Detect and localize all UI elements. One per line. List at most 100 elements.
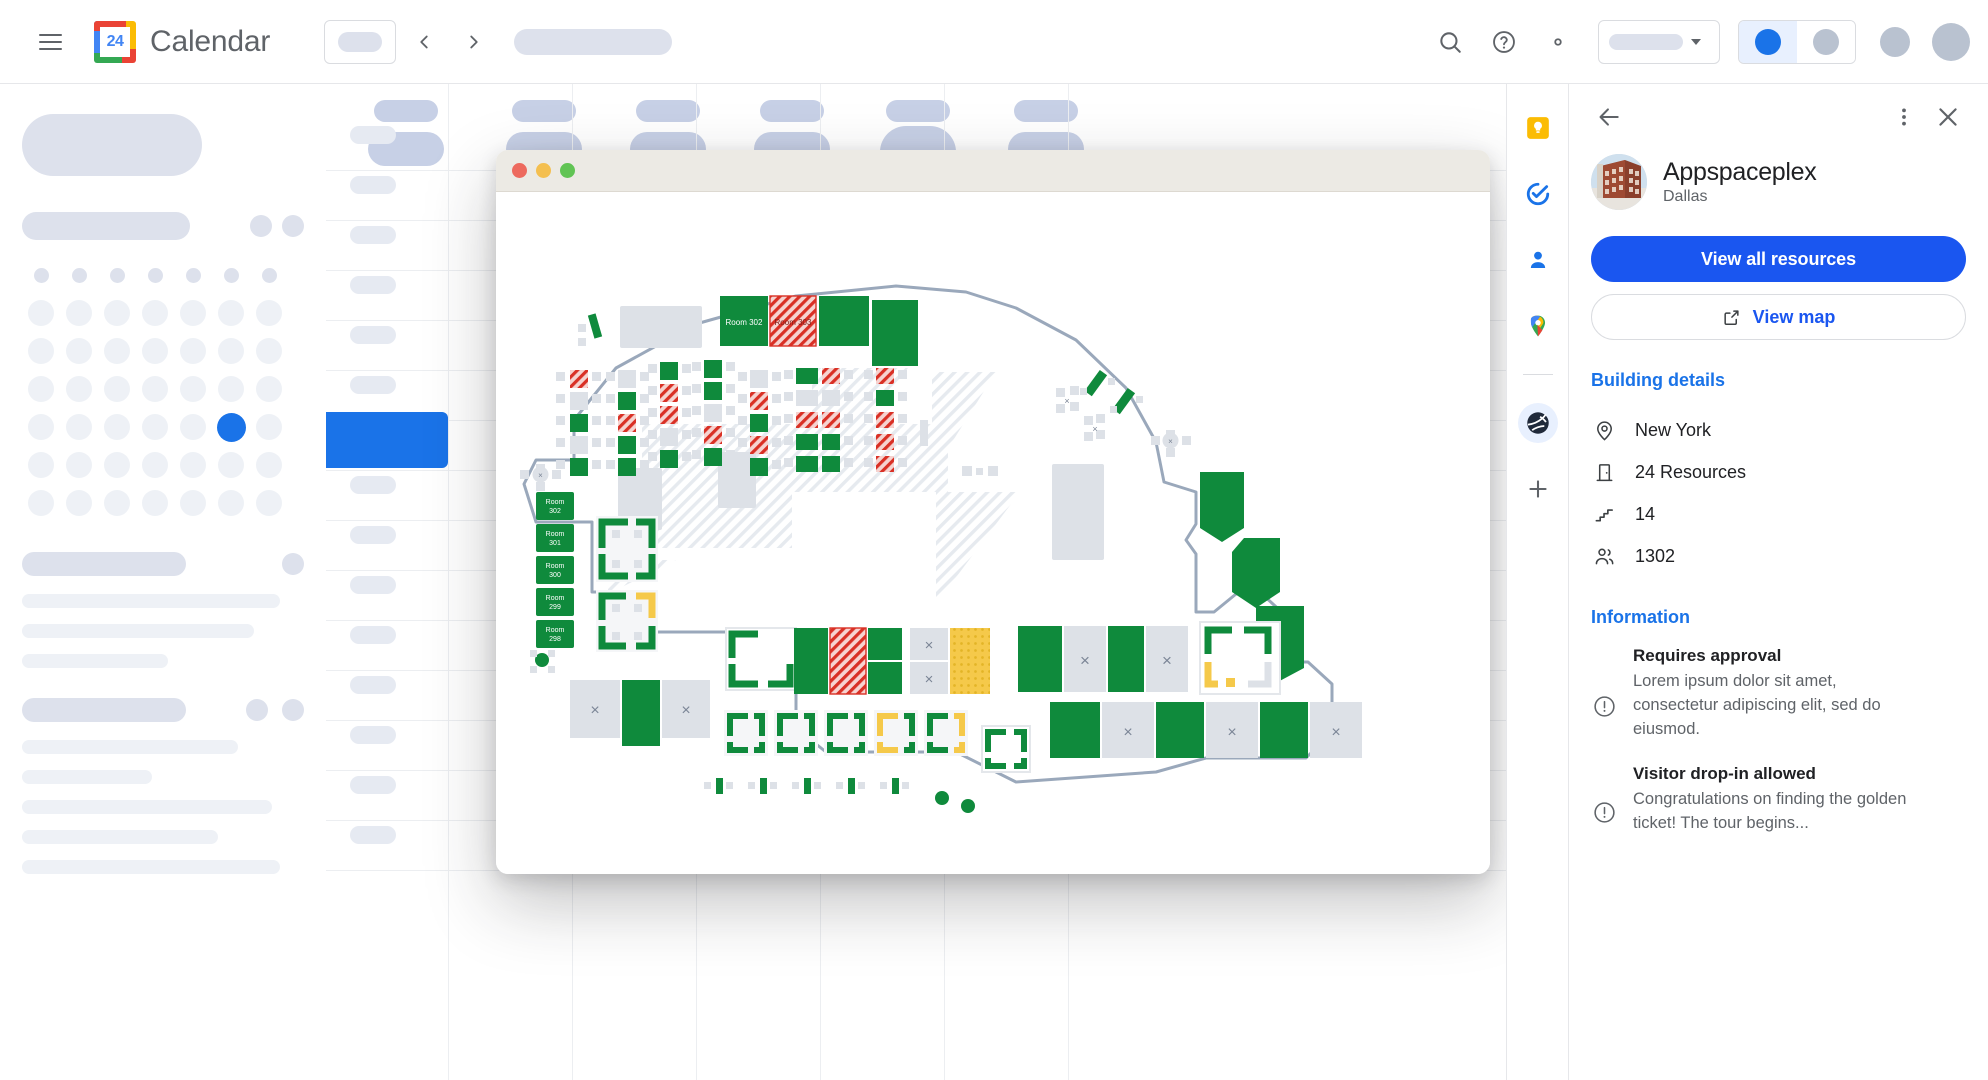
information-item: Requires approval Lorem ipsum dolor sit … (1591, 646, 1966, 742)
back-arrow-icon[interactable] (1587, 95, 1631, 139)
detail-value-capacity: 1302 (1635, 545, 1676, 566)
room-block-available (868, 628, 902, 660)
building-photo-avatar (1591, 154, 1647, 210)
current-date-range (514, 28, 673, 55)
room-block-available (868, 662, 902, 694)
room-block-unavailable: × (1310, 702, 1362, 758)
room-block-unavailable: × (1206, 702, 1258, 758)
svg-text:×: × (1123, 724, 1132, 741)
gear-icon[interactable] (1534, 18, 1582, 66)
meeting-pod (1199, 621, 1281, 695)
my-calendars-section (22, 698, 304, 874)
more-options-icon[interactable] (1882, 95, 1926, 139)
mac-minimize-button[interactable] (536, 163, 551, 178)
today-button[interactable] (324, 19, 397, 64)
calendar-event-block[interactable] (326, 412, 448, 468)
information-title: Information (1591, 607, 1690, 627)
time-label (350, 626, 396, 644)
information-item-title: Requires approval (1633, 646, 1782, 665)
day-header-chip (636, 100, 700, 122)
room-block-booked: Room 303 (769, 295, 817, 347)
mini-calendar-next-button[interactable] (282, 215, 304, 237)
room-block-unavailable: × (1102, 702, 1154, 758)
hamburger-menu-icon[interactable] (26, 18, 74, 66)
close-icon[interactable] (1926, 95, 1970, 139)
floor-plan-canvas[interactable]: Room 302 Room 303 Room 302 Room 301 Room… (496, 192, 1490, 874)
next-period-button[interactable] (452, 20, 496, 64)
time-label (350, 226, 396, 244)
meeting-pod (596, 590, 658, 652)
building-name: Appspaceplex (1663, 157, 1817, 186)
room-block-unavailable: × (662, 680, 710, 738)
room-block-available (872, 300, 918, 366)
help-icon[interactable] (1480, 18, 1528, 66)
room-block-available (794, 628, 828, 694)
view-select[interactable] (1598, 19, 1720, 64)
status-dot (530, 650, 555, 673)
view-map-button[interactable]: View map (1591, 294, 1966, 340)
stairs-icon (1591, 503, 1617, 526)
top-app-bar: 24 Calendar (0, 0, 1988, 84)
svg-text:299: 299 (549, 604, 561, 611)
mini-calendar-selected-day[interactable] (216, 412, 246, 442)
add-addon-icon[interactable] (1518, 469, 1558, 509)
google-maps-icon[interactable] (1518, 306, 1558, 346)
room-block-available (819, 296, 869, 346)
previous-period-button[interactable] (402, 20, 446, 64)
google-contacts-icon[interactable] (1518, 240, 1558, 280)
app-title: Calendar (150, 24, 271, 58)
detail-row-location: New York (1591, 409, 1966, 451)
view-map-label: View map (1752, 306, 1836, 327)
mini-calendar (22, 256, 292, 522)
time-label (350, 126, 396, 144)
room-block-booked (829, 627, 867, 695)
svg-text:×: × (1168, 437, 1173, 446)
calendar-logo-date: 24 (106, 32, 124, 50)
time-label (350, 176, 396, 194)
floor-plan-window[interactable]: Room 302 Room 303 Room 302 Room 301 Room… (496, 150, 1490, 874)
unavailable-x-marker: × (681, 702, 690, 719)
building-details-title: Building details (1591, 370, 1726, 390)
mac-zoom-button[interactable] (560, 163, 575, 178)
information-item-body: Congratulations on finding the golden ti… (1633, 789, 1907, 832)
search-icon[interactable] (1426, 18, 1474, 66)
svg-text:×: × (1092, 424, 1097, 434)
day-header-chip (374, 100, 438, 122)
room-block-unavailable: × (910, 628, 948, 660)
detail-row-floors: 14 (1591, 493, 1966, 535)
svg-text:×: × (1064, 396, 1069, 406)
mini-calendar-prev-button[interactable] (250, 215, 272, 237)
google-keep-icon[interactable] (1518, 108, 1558, 148)
time-label (350, 476, 396, 494)
chevron-down-icon (1691, 38, 1701, 45)
room-label-left-5: Room (546, 627, 565, 634)
room-label-left-2: Room (546, 531, 565, 538)
room-block-available (1200, 472, 1244, 542)
apps-grid-icon[interactable] (1880, 26, 1910, 57)
status-dot (935, 791, 949, 805)
calendar-view-toggle-icon[interactable] (1739, 20, 1797, 63)
mac-close-button[interactable] (512, 163, 527, 178)
room-label-left-1: Room (546, 499, 565, 506)
structure-block (920, 420, 928, 446)
information-section: Information Requires approval Lorem ipsu… (1591, 607, 1966, 836)
room-block-available (1050, 702, 1100, 758)
mini-calendar-dow-row (22, 256, 292, 294)
view-all-resources-button[interactable]: View all resources (1591, 236, 1966, 282)
room-block-unavailable: × (1064, 626, 1106, 692)
workspace-booking-icon[interactable] (1517, 403, 1558, 443)
list-view-toggle-icon[interactable] (1797, 20, 1855, 63)
time-label (350, 576, 396, 594)
floor-plan-svg[interactable]: Room 302 Room 303 Room 302 Room 301 Room… (496, 192, 1490, 874)
room-block-highlight (950, 628, 990, 694)
info-exclamation-icon (1591, 646, 1617, 742)
detail-row-resources: 24 Resources (1591, 451, 1966, 493)
svg-text:×: × (925, 671, 934, 688)
building-details-panel: Appspaceplex Dallas View all resources V… (1568, 84, 1988, 1080)
create-event-button[interactable] (22, 114, 202, 176)
room-label-left-3: Room (546, 563, 565, 570)
day-header-chip (886, 100, 950, 122)
account-avatar[interactable] (1932, 22, 1970, 61)
google-tasks-icon[interactable] (1518, 174, 1558, 214)
view-select-value (1609, 33, 1683, 50)
